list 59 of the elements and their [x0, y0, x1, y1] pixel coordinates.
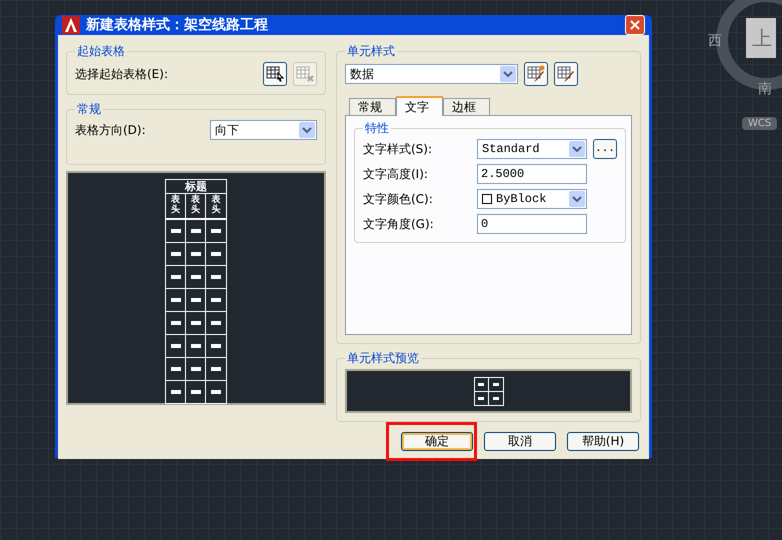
dialog-button[interactable]: 取消 — [484, 432, 556, 451]
window-title: 新建表格样式：架空线路工程 — [86, 16, 269, 34]
caret-icon — [302, 126, 312, 134]
group-title: 单元样式 — [346, 43, 396, 60]
field-label: 文字高度(I): — [363, 166, 429, 182]
cell-text-mark — [492, 382, 498, 386]
cell-text-mark — [211, 274, 221, 279]
app-logo-icon — [62, 16, 80, 34]
color-swatch-icon — [482, 194, 492, 204]
table-brush-icon — [557, 65, 575, 83]
group-title: 起始表格 — [76, 43, 126, 60]
table-x-icon — [296, 66, 314, 82]
close-button[interactable] — [625, 15, 645, 35]
group-title: 常规 — [76, 101, 102, 118]
group-title: 特性 — [364, 120, 390, 137]
cell-text-mark — [492, 396, 498, 400]
caret-icon — [572, 195, 582, 203]
tab[interactable]: 常规 — [349, 98, 396, 116]
table-pointer-icon — [266, 66, 284, 82]
wcs-label[interactable]: WCS — [742, 117, 778, 130]
field-label: 文字颜色(C): — [363, 190, 434, 208]
group-title: 单元样式预览 — [346, 350, 420, 367]
direction-dropdown[interactable]: 向下 — [210, 120, 317, 140]
caret-icon — [572, 145, 582, 153]
dialog-button[interactable]: 确定 — [401, 432, 473, 451]
preview-header: 表头 — [171, 194, 180, 217]
browse-button[interactable]: ... — [593, 139, 617, 159]
preview-header: 表头 — [191, 194, 200, 217]
close-icon — [630, 20, 640, 30]
select-table-button[interactable] — [263, 62, 287, 86]
field-label: 文字角度(G): — [363, 216, 435, 232]
input-field[interactable]: 2.5000 — [477, 164, 587, 184]
caret-icon — [503, 70, 513, 78]
preview-header: 表头 — [212, 194, 220, 217]
compass-label: 西 — [708, 32, 722, 50]
preview-title: 标题 — [166, 180, 226, 194]
cell-text-mark — [211, 390, 221, 394]
field-label: 选择起始表格(E): — [75, 66, 169, 82]
manage-cell-styles-button[interactable] — [554, 62, 578, 86]
cell-text-mark — [211, 228, 221, 233]
text-style-dropdown[interactable]: Standard — [477, 139, 587, 159]
field-label: 文字样式(S): — [363, 140, 434, 158]
cell-text-mark — [211, 298, 221, 302]
tab[interactable]: 文字 — [396, 96, 443, 116]
cell-style-dropdown[interactable]: 数据 — [345, 64, 518, 84]
compass-label: 南 — [758, 80, 772, 98]
input-field[interactable]: 0 — [477, 214, 587, 234]
cell-text-mark — [478, 396, 484, 400]
dialog-button[interactable]: 帮助(H) — [567, 432, 639, 451]
cell-text-mark — [211, 252, 221, 256]
field-label: 表格方向(D): — [75, 122, 147, 138]
cell-text-mark — [211, 344, 221, 348]
cell-text-mark — [478, 382, 484, 386]
cell-text-mark — [211, 320, 221, 325]
table-brush-star-icon — [527, 65, 545, 83]
tab[interactable]: 边框 — [443, 98, 490, 116]
color-dropdown[interactable]: ByBlock — [477, 189, 587, 209]
cell-text-mark — [211, 366, 221, 371]
new-cell-style-button[interactable] — [524, 62, 548, 86]
